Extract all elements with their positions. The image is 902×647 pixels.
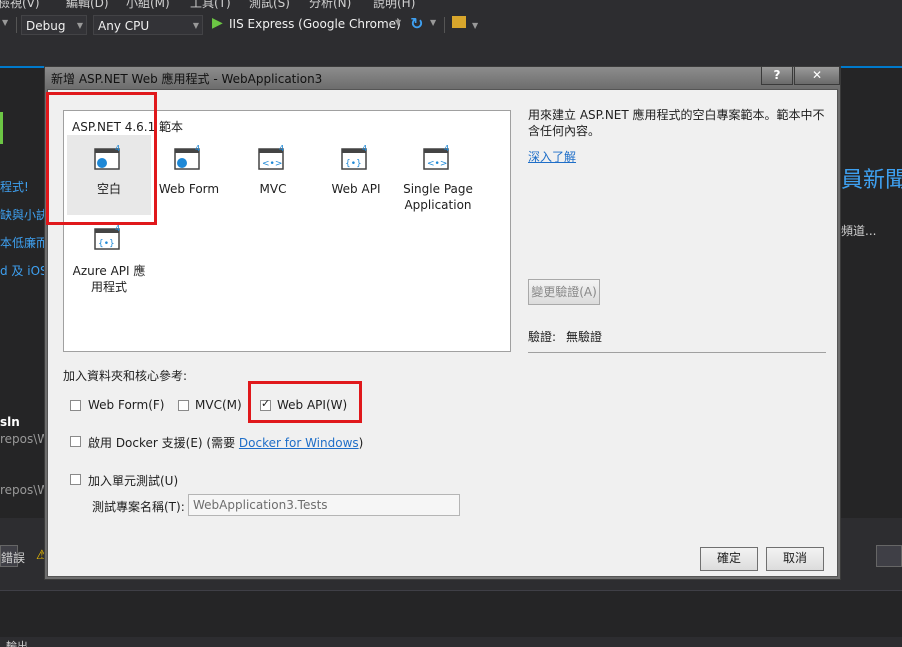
menu-bar: 檢視(V) 編輯(D) 小組(M) 工具(T) 測試(S) 分析(N) 說明(H… xyxy=(0,0,902,9)
template-description: 用來建立 ASP.NET 應用程式的空白專案範本。範本中不含任何內容。 xyxy=(528,108,825,138)
template-label: Single Page Application xyxy=(403,182,473,212)
template-label: Web Form xyxy=(158,182,220,196)
panel-button[interactable] xyxy=(876,545,902,567)
template-label: Web API xyxy=(331,182,381,196)
docker-checkbox[interactable] xyxy=(70,436,81,447)
svg-text:4: 4 xyxy=(115,224,120,233)
docker-link[interactable]: Docker for Windows xyxy=(239,436,359,450)
svg-text:{•}: {•} xyxy=(345,159,362,169)
refresh-icon[interactable]: ↻ xyxy=(410,14,423,33)
menu-item[interactable]: 小組(M) xyxy=(126,0,170,9)
chevron-down-icon[interactable]: ▼ xyxy=(472,21,478,30)
dialog-titlebar: 新增 ASP.NET Web 應用程式 - WebApplication3 ? … xyxy=(45,67,840,89)
run-target[interactable]: IIS Express (Google Chrome) xyxy=(229,17,401,31)
mvc-checkbox[interactable] xyxy=(178,400,189,411)
svg-text:<•>: <•> xyxy=(262,159,282,169)
highlight-box xyxy=(46,92,157,225)
menu-item[interactable]: 測試(S) xyxy=(249,0,290,9)
docker-suffix: ) xyxy=(358,436,364,450)
news-channel: 頻道... xyxy=(841,224,877,238)
azure-api-template-icon: {•} 4 xyxy=(94,224,120,250)
close-button[interactable]: ✕ xyxy=(794,67,840,85)
error-tab[interactable]: 錯誤 xyxy=(0,545,25,567)
bottom-tab-strip: 輸出 xyxy=(0,637,902,647)
chevron-down-icon: ▼ xyxy=(192,21,199,30)
template-label: Azure API 應用程式 xyxy=(72,264,146,294)
web-form-template-icon: 4 xyxy=(174,144,200,170)
mvc-template-icon: <•> 4 xyxy=(258,144,284,170)
test-project-name-input[interactable] xyxy=(188,494,460,516)
web-api-template-icon: {•} 4 xyxy=(341,144,367,170)
toolbar-separator xyxy=(444,17,445,33)
svg-text:{•}: {•} xyxy=(98,239,115,249)
start-link[interactable]: d 及 iOS xyxy=(0,262,48,279)
menu-item[interactable]: 檢視(V) xyxy=(0,0,40,9)
new-project-dialog: 新增 ASP.NET Web 應用程式 - WebApplication3 ? … xyxy=(44,66,841,580)
highlight-box xyxy=(248,381,362,423)
folder-icon[interactable] xyxy=(452,16,466,28)
toolbar-separator xyxy=(16,17,17,33)
recent-project-path: repos\W xyxy=(0,483,50,497)
recent-project-name[interactable]: sln xyxy=(0,415,20,429)
menu-item[interactable]: 分析(N) xyxy=(309,0,351,9)
menu-item[interactable]: 工具(T) xyxy=(190,0,231,9)
start-link[interactable]: 缺與小訣 xyxy=(0,206,48,223)
chevron-down-icon[interactable]: ▼ xyxy=(395,18,401,27)
chevron-down-icon[interactable]: ▼ xyxy=(430,18,436,27)
template-web-form[interactable]: 4 Web Form xyxy=(147,135,231,215)
news-title: 員新聞 xyxy=(841,168,902,193)
ok-button[interactable]: 確定 xyxy=(700,547,758,571)
svg-text:4: 4 xyxy=(279,144,284,153)
start-link[interactable]: 程式! xyxy=(0,178,29,195)
template-web-api[interactable]: {•} 4 Web API xyxy=(314,135,398,215)
learn-more-link[interactable]: 深入了解 xyxy=(528,148,576,165)
web-form-option-label[interactable]: Web Form(F) xyxy=(88,398,164,412)
svg-text:4: 4 xyxy=(444,144,449,153)
svg-text:<•>: <•> xyxy=(427,159,447,169)
config-value: Debug xyxy=(26,19,66,33)
mvc-option-label[interactable]: MVC(M) xyxy=(195,398,242,412)
dialog-title: 新增 ASP.NET Web 應用程式 - WebApplication3 xyxy=(51,72,323,86)
unit-test-label[interactable]: 加入單元測試(U) xyxy=(88,472,178,489)
toolbar: ▼ Debug ▼ Any CPU ▼ ▶ IIS Express (Googl… xyxy=(0,9,902,42)
config-combo[interactable]: Debug ▼ xyxy=(21,15,87,35)
recent-project-path: repos\W xyxy=(0,432,50,446)
menu-item[interactable]: 說明(H) xyxy=(373,0,415,9)
test-project-label: 測試專案名稱(T): xyxy=(92,500,185,514)
dialog-client: ASP.NET 4.6.1 範本 4 空白 4 Web Form <•> 4 M… xyxy=(46,89,838,577)
accent-bar xyxy=(0,112,3,144)
unit-test-checkbox[interactable] xyxy=(70,474,81,485)
svg-text:4: 4 xyxy=(362,144,367,153)
svg-text:4: 4 xyxy=(195,144,200,153)
divider xyxy=(528,352,826,353)
chevron-down-icon[interactable]: ▼ xyxy=(2,18,8,27)
auth-value: 無驗證 xyxy=(566,330,603,344)
template-label: MVC xyxy=(259,182,287,196)
template-azure-api-app[interactable]: {•} 4 Azure API 應用程式 xyxy=(67,219,151,299)
platform-value: Any CPU xyxy=(98,19,150,33)
template-single-page-application[interactable]: <•> 4 Single Page Application xyxy=(396,135,480,215)
spa-template-icon: <•> 4 xyxy=(423,144,449,170)
docker-label-text: 啟用 Docker 支援(E) (需要 xyxy=(88,436,236,450)
auth-label: 驗證: xyxy=(528,330,557,344)
template-mvc[interactable]: <•> 4 MVC xyxy=(231,135,315,215)
folders-label: 加入資料夾和核心參考: xyxy=(63,369,188,383)
platform-combo[interactable]: Any CPU ▼ xyxy=(93,15,203,35)
web-form-checkbox[interactable] xyxy=(70,400,81,411)
menu-item[interactable]: 編輯(D) xyxy=(66,0,109,9)
output-tab[interactable]: 輸出 xyxy=(6,638,28,647)
play-icon[interactable]: ▶ xyxy=(212,15,223,31)
error-tab-label: 錯誤 xyxy=(1,551,26,565)
cancel-button[interactable]: 取消 xyxy=(766,547,824,571)
help-button[interactable]: ? xyxy=(761,67,793,85)
change-auth-button[interactable]: 變更驗證(A) xyxy=(528,279,600,305)
start-link[interactable]: 本低廉而 xyxy=(0,234,48,251)
chevron-down-icon: ▼ xyxy=(76,21,83,30)
docker-label[interactable]: 啟用 Docker 支援(E) (需要 Docker for Windows) xyxy=(88,434,363,451)
output-panel xyxy=(0,590,902,639)
